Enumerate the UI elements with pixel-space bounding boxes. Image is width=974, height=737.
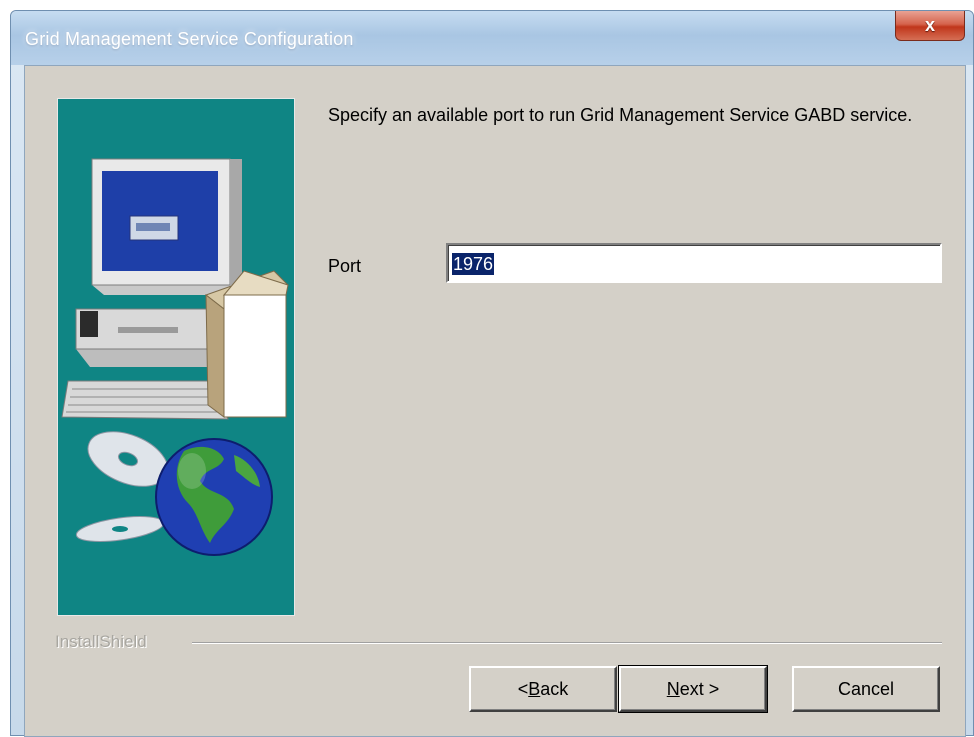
- back-button-prefix: <: [517, 678, 529, 699]
- installshield-brand: InstallShield: [55, 632, 147, 651]
- cancel-button[interactable]: Cancel: [792, 666, 940, 712]
- port-input[interactable]: 1976: [446, 243, 942, 283]
- port-input-value: 1976: [452, 253, 495, 275]
- next-button-rest: ext >: [679, 678, 720, 699]
- footer-divider: [192, 642, 942, 644]
- close-icon: x: [924, 15, 935, 35]
- port-label: Port: [328, 256, 362, 276]
- window-title: Grid Management Service Configuration: [25, 29, 354, 49]
- back-button[interactable]: < Back: [469, 666, 617, 712]
- back-button-mnemonic: B: [528, 678, 541, 699]
- next-button[interactable]: Next >: [618, 665, 768, 713]
- close-button[interactable]: x: [895, 11, 965, 41]
- back-button-rest: ack: [540, 678, 569, 699]
- setup-illustration: [57, 98, 295, 616]
- cancel-button-label: Cancel: [837, 678, 895, 699]
- instruction-text: Specify an available port to run Grid Ma…: [328, 105, 913, 125]
- dialog-client-area: Specify an available port to run Grid Ma…: [24, 65, 966, 737]
- title-bar[interactable]: Grid Management Service Configuration x: [11, 11, 973, 65]
- computer-box-cd-globe-illustration: [61, 158, 289, 556]
- next-button-mnemonic: N: [666, 678, 680, 699]
- dialog-window: Grid Management Service Configuration x: [10, 10, 974, 737]
